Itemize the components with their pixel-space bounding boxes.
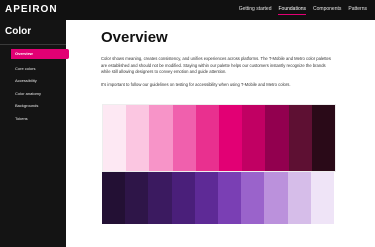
purple-swatch xyxy=(218,172,242,224)
magenta-swatch xyxy=(265,105,289,171)
main-nav: Getting started Foundations Components P… xyxy=(239,6,367,15)
purple-palette-row xyxy=(102,172,335,224)
purple-swatch xyxy=(194,172,219,224)
accessibility-note: It's important to follow our guidelines … xyxy=(101,82,291,87)
purple-swatch xyxy=(241,172,265,224)
nav-patterns[interactable]: Patterns xyxy=(348,6,367,15)
purple-swatch xyxy=(125,172,149,224)
purple-swatch xyxy=(102,172,126,224)
magenta-swatch xyxy=(219,105,243,171)
magenta-swatch xyxy=(172,105,196,171)
sidebar-item-tokens[interactable]: Tokens xyxy=(15,116,28,121)
purple-swatch xyxy=(148,172,172,224)
sidebar-item-accessibility[interactable]: Accessibility xyxy=(15,78,37,83)
sidebar-item-overview[interactable]: Overview xyxy=(11,49,69,59)
page-title: Overview xyxy=(101,29,168,46)
sidebar-divider xyxy=(0,44,66,45)
sidebar-item-backgrounds[interactable]: Backgrounds xyxy=(15,103,38,108)
apeiron-logo[interactable]: APEIRON xyxy=(5,4,58,15)
magenta-palette-row xyxy=(102,104,336,172)
intro-paragraph: Color shows meaning, creates consistency… xyxy=(101,56,331,74)
top-bar: APEIRON Getting started Foundations Comp… xyxy=(0,0,375,20)
magenta-swatch xyxy=(126,105,150,171)
main-content: Overview Color shows meaning, creates co… xyxy=(66,20,375,247)
sidebar-item-color-anatomy[interactable]: Color anatomy xyxy=(15,91,41,96)
purple-swatch xyxy=(264,172,288,224)
magenta-swatch xyxy=(103,105,127,171)
magenta-swatch xyxy=(242,105,266,171)
purple-swatch xyxy=(287,172,311,224)
magenta-swatch xyxy=(149,105,173,171)
purple-swatch xyxy=(310,172,335,224)
nav-foundations[interactable]: Foundations xyxy=(278,6,307,15)
magenta-swatch xyxy=(288,105,312,171)
sidebar-item-core-colors[interactable]: Core colors xyxy=(15,66,35,71)
nav-components[interactable]: Components xyxy=(313,6,341,15)
nav-getting-started[interactable]: Getting started xyxy=(239,6,272,15)
purple-swatch xyxy=(171,172,195,224)
magenta-swatch xyxy=(311,105,336,171)
sidebar-title: Color xyxy=(5,26,32,37)
magenta-swatch xyxy=(195,105,220,171)
